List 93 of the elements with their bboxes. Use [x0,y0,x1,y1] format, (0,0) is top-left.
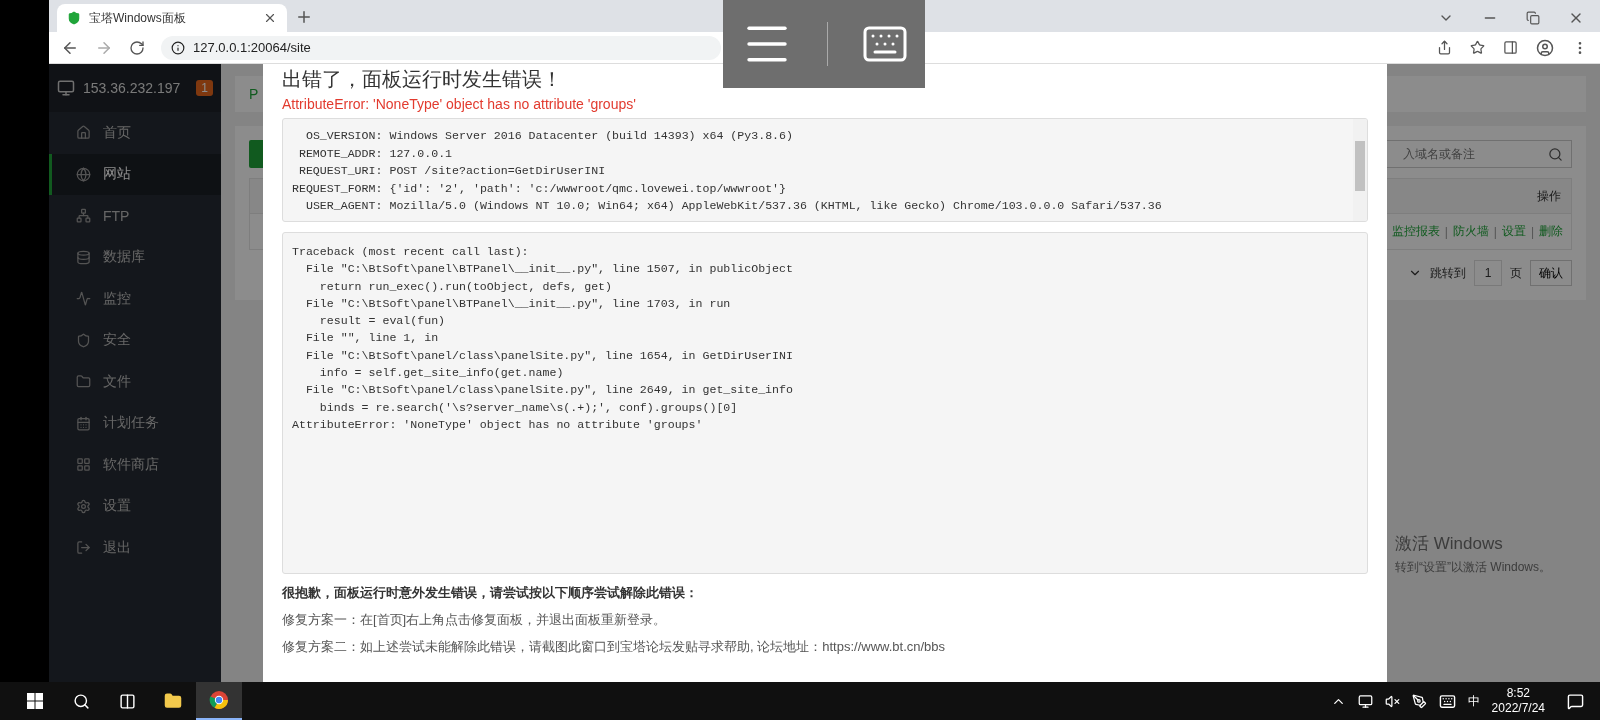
tab-title: 宝塔Windows面板 [89,9,187,27]
address-field[interactable]: 127.0.0.1:20064/site [161,35,721,60]
sidebar-item[interactable]: 数据库 [49,236,221,278]
shield-icon [67,11,81,25]
host-address: 153.36.232.197 [83,80,181,96]
link-separator: | [1444,224,1448,239]
url-text: 127.0.0.1:20064/site [193,40,311,55]
globe-icon [76,166,91,182]
search-icon [1548,146,1563,162]
fix-text: 修复方案一：在[首页]右上角点击修复面板，并退出面板重新登录。 [282,611,668,629]
network-icon[interactable] [1357,693,1373,709]
action-link[interactable]: 删除 [1539,223,1563,240]
traceback-line: File "C:\BtSoft\panel/class\panelSite.py", line 2649, in get_site_info [304,382,794,399]
pen-icon[interactable] [1411,693,1427,709]
traceback-line: return run_exec().run(toObject, defs, get) [318,278,614,295]
sidebar-item[interactable]: 软件商店 [49,444,221,486]
calendar-icon [76,415,91,431]
dialog-title: 出错了，面板运行时发生错误！ [282,67,563,92]
traceback-line: File "", line 1, in [304,330,440,347]
volume-muted-icon[interactable] [1384,693,1400,709]
link-separator: | [1530,224,1534,239]
sidebar-item[interactable]: 文件 [49,361,221,403]
env-value: {'id': '2', 'path': 'c:/wwwroot/qmc.lovewei.top/wwwroot'} [389,180,788,197]
chart-icon [76,291,91,307]
env-value: 127.0.0.1 [389,145,454,162]
database-icon [76,249,91,265]
sidebar-item[interactable]: FTP [49,195,221,237]
env-key: REMOTE_ADDR: [292,144,383,162]
jump-label: 跳转到 [1430,264,1466,282]
action-link[interactable]: 设置 [1501,223,1526,240]
profile-icon[interactable] [1536,38,1554,57]
env-value: Windows Server 2016 Datacenter (build 14393) x64 (Py3.8.6) [389,128,794,144]
browser-tab[interactable]: 宝塔Windows面板 [57,4,287,32]
keyboard-icon[interactable] [1438,692,1456,710]
share-icon[interactable] [1437,40,1452,55]
search-placeholder: 入域名或备注 [1403,145,1475,163]
ime-indicator[interactable]: 中 [1467,692,1480,710]
action-link[interactable]: 监控报表 [1391,223,1440,240]
traceback-line: File "C:\BtSoft\panel/class\panelSite.py", line 1654, in GetDirUserINI [304,347,794,364]
column-header: 操作 [1537,187,1561,205]
env-key: REQUEST_FORM: [292,179,383,197]
sidebar-item[interactable]: 首页 [49,112,221,154]
home-icon [76,125,91,141]
scrollbar[interactable] [1353,119,1367,221]
link-separator: | [1493,224,1497,239]
logout-icon [76,540,91,556]
fix-text: 修复方案二：如上述尝试未能解除此错误，请截图此窗口到宝塔论坛发贴寻求帮助, 论坛地址：https://www.bt.cn/bbs [282,638,947,656]
sidebar-item[interactable]: 设置 [49,485,221,527]
side-panel-icon[interactable] [1503,40,1518,55]
env-key: USER_AGENT: [292,197,383,215]
env-value: POST /site?action=GetDirUserINI [389,163,607,179]
traceback-line: info = self.get_site_info(get.name) [318,365,565,382]
action-link[interactable]: 防火墙 [1452,223,1489,240]
close-icon[interactable] [263,11,277,25]
browser-icon[interactable] [196,682,242,720]
sidebar-item[interactable]: 安全 [49,319,221,361]
traceback-line: result = eval(fun) [318,313,447,330]
restore-icon[interactable] [1526,11,1540,25]
grid-icon [76,457,91,473]
sidebar-item[interactable]: 计划任务 [49,402,221,444]
monitor-icon [57,79,75,97]
page-input[interactable]: 1 [1474,260,1502,286]
folder-icon [76,374,91,390]
clock[interactable]: 8:52 2022/7/24 [1491,686,1545,716]
help-title: 很抱歉，面板运行时意外发生错误，请尝试按以下顺序尝试解除此错误： [282,584,699,602]
env-value: Mozilla/5.0 (Windows NT 10.0; Win64; x64) AppleWebKit/537.36 (KHTML, like Gecko) Chrome/103.0.0.0 Safari/537.36 [389,198,1163,214]
env-key: OS_VERSION: [292,127,383,145]
traceback-line: File "C:\BtSoft\panel\BTPanel\__init__.py", line 1703, in run [304,295,732,312]
shield-icon [76,332,91,348]
notification-badge[interactable]: 1 [196,80,213,96]
reload-icon[interactable] [129,39,145,56]
page-unit: 页 [1510,264,1522,282]
traceback-line: File "C:\BtSoft\panel\BTPanel\__init__.py", line 1507, in publicObject [304,261,794,278]
header-text: P [249,86,259,102]
info-icon [171,40,185,55]
traceback-line: binds = re.search('\s?server_name\s(.+);', conf).groups()[0] [318,399,739,416]
error-message: AttributeError: 'NoneType' object has no attribute 'groups' [282,96,637,112]
activation-title: 激活 Windows [1395,533,1504,555]
traceback-line: Traceback (most recent call last): [292,244,530,260]
sidebar-item[interactable]: 网站 [49,153,221,195]
notification-icon[interactable] [1567,692,1584,710]
env-key: REQUEST_URI: [292,162,383,180]
star-icon[interactable] [1470,40,1485,55]
settings-icon [76,498,91,514]
clock-date: 2022/7/24 [1491,701,1545,716]
activation-hint: 转到“设置”以激活 Windows。 [1395,559,1551,576]
plus-icon[interactable] [295,8,313,26]
clock-time: 8:52 [1506,686,1530,701]
network-icon [76,208,91,224]
sidebar-item[interactable]: 退出 [49,527,221,569]
sidebar-item[interactable]: 监控 [49,278,221,320]
confirm-button[interactable]: 确认 [1530,260,1572,286]
traceback-line: AttributeError: 'NoneType' object has no attribute 'groups' [292,416,704,433]
